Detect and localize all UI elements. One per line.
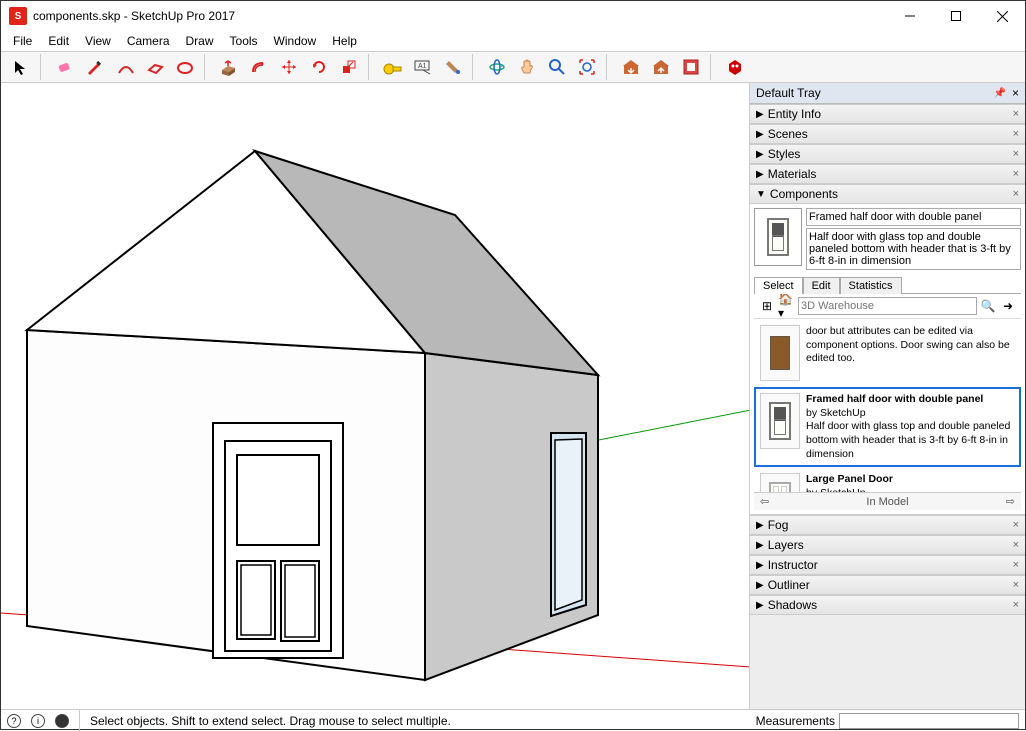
close-icon[interactable]: × xyxy=(1013,559,1019,571)
panel-instructor[interactable]: ▶Instructor× xyxy=(750,555,1025,575)
eraser-tool-icon[interactable] xyxy=(51,54,79,80)
in-model-bar: ⇦ In Model ⇨ xyxy=(754,492,1021,510)
minimize-button[interactable] xyxy=(887,1,933,31)
tray-title: Default Tray xyxy=(756,86,821,100)
list-item[interactable]: Large Panel Door by SketchUp Raised pane… xyxy=(754,467,1021,492)
layout-icon[interactable] xyxy=(677,54,705,80)
user-icon[interactable] xyxy=(55,714,69,728)
panel-components[interactable]: ▼Components× xyxy=(750,184,1025,204)
home-icon[interactable]: 🏠▾ xyxy=(778,297,796,315)
toolbar: A1 xyxy=(1,51,1025,83)
warehouse-get-icon[interactable] xyxy=(617,54,645,80)
titlebar: S components.skp - SketchUp Pro 2017 xyxy=(1,1,1025,31)
menu-view[interactable]: View xyxy=(77,32,119,50)
panel-entity-info[interactable]: ▶Entity Info× xyxy=(750,104,1025,124)
window-controls xyxy=(887,1,1025,31)
pencil-tool-icon[interactable] xyxy=(81,54,109,80)
text-tool-icon[interactable]: A1 xyxy=(409,54,437,80)
measurements-label: Measurements xyxy=(756,714,835,728)
maximize-button[interactable] xyxy=(933,1,979,31)
component-name-field[interactable] xyxy=(806,208,1021,226)
orbit-tool-icon[interactable] xyxy=(483,54,511,80)
move-tool-icon[interactable] xyxy=(275,54,303,80)
zoom-tool-icon[interactable] xyxy=(543,54,571,80)
menu-file[interactable]: File xyxy=(5,32,40,50)
close-icon[interactable]: × xyxy=(1013,148,1019,160)
close-icon[interactable]: × xyxy=(1013,188,1019,200)
panel-materials[interactable]: ▶Materials× xyxy=(750,164,1025,184)
more-icon[interactable]: ➜ xyxy=(999,297,1017,315)
menu-camera[interactable]: Camera xyxy=(119,32,178,50)
panel-outliner[interactable]: ▶Outliner× xyxy=(750,575,1025,595)
thumb-icon xyxy=(760,325,800,381)
panel-layers[interactable]: ▶Layers× xyxy=(750,535,1025,555)
view-mode-icon[interactable]: ⊞ xyxy=(758,297,776,315)
list-item[interactable]: door but attributes can be edited via co… xyxy=(754,319,1021,387)
panel-fog[interactable]: ▶Fog× xyxy=(750,515,1025,535)
thumb-icon xyxy=(760,393,800,449)
tab-edit[interactable]: Edit xyxy=(803,277,840,294)
menu-edit[interactable]: Edit xyxy=(40,32,77,50)
zoom-extents-tool-icon[interactable] xyxy=(573,54,601,80)
close-icon[interactable]: × xyxy=(1013,599,1019,611)
menu-help[interactable]: Help xyxy=(324,32,365,50)
info-icon[interactable]: i xyxy=(31,714,45,728)
forward-icon[interactable]: ⇨ xyxy=(1006,495,1015,508)
thumb-icon xyxy=(760,473,800,492)
select-tool-icon[interactable] xyxy=(7,54,35,80)
close-icon[interactable]: × xyxy=(1013,168,1019,180)
search-icon[interactable]: 🔍 xyxy=(979,297,997,315)
menu-tools[interactable]: Tools xyxy=(222,32,266,50)
statusbar: ? i Select objects. Shift to extend sele… xyxy=(1,709,1025,731)
offset-tool-icon[interactable] xyxy=(245,54,273,80)
pushpull-tool-icon[interactable] xyxy=(215,54,243,80)
warehouse-send-icon[interactable] xyxy=(647,54,675,80)
tape-tool-icon[interactable] xyxy=(379,54,407,80)
menu-draw[interactable]: Draw xyxy=(178,32,222,50)
app-icon: S xyxy=(9,7,27,25)
help-icon[interactable]: ? xyxy=(7,714,21,728)
viewport-3d[interactable] xyxy=(1,83,750,709)
tray-close-icon[interactable]: × xyxy=(1012,86,1019,100)
close-icon[interactable]: × xyxy=(1013,128,1019,140)
components-panel-body: Select Edit Statistics ⊞ 🏠▾ 🔍 ➜ door but… xyxy=(750,204,1025,515)
panel-styles[interactable]: ▶Styles× xyxy=(750,144,1025,164)
menubar: File Edit View Camera Draw Tools Window … xyxy=(1,31,1025,51)
window-title: components.skp - SketchUp Pro 2017 xyxy=(33,9,235,23)
close-button[interactable] xyxy=(979,1,1025,31)
tab-statistics[interactable]: Statistics xyxy=(840,277,902,294)
component-list: door but attributes can be edited via co… xyxy=(754,318,1021,492)
panel-shadows[interactable]: ▶Shadows× xyxy=(750,595,1025,615)
scale-tool-icon[interactable] xyxy=(335,54,363,80)
svg-text:A1: A1 xyxy=(418,63,427,70)
menu-window[interactable]: Window xyxy=(266,32,325,50)
search-input[interactable] xyxy=(798,297,977,315)
default-tray: Default Tray 📌 × ▶Entity Info× ▶Scenes× … xyxy=(750,83,1025,709)
close-icon[interactable]: × xyxy=(1013,539,1019,551)
tab-select[interactable]: Select xyxy=(754,277,803,294)
close-icon[interactable]: × xyxy=(1013,108,1019,120)
circle-tool-icon[interactable] xyxy=(171,54,199,80)
component-preview-thumb xyxy=(754,208,802,266)
pin-icon[interactable]: 📌 xyxy=(994,88,1006,99)
arc-tool-icon[interactable] xyxy=(111,54,139,80)
back-icon[interactable]: ⇦ xyxy=(760,495,769,508)
in-model-label: In Model xyxy=(866,496,908,508)
components-tabs: Select Edit Statistics xyxy=(754,276,1021,294)
rectangle-tool-icon[interactable] xyxy=(141,54,169,80)
close-icon[interactable]: × xyxy=(1013,519,1019,531)
component-desc-field[interactable] xyxy=(806,228,1021,270)
list-item-selected[interactable]: Framed half door with double panel by Sk… xyxy=(754,387,1021,467)
panel-scenes[interactable]: ▶Scenes× xyxy=(750,124,1025,144)
close-icon[interactable]: × xyxy=(1013,579,1019,591)
pan-tool-icon[interactable] xyxy=(513,54,541,80)
tray-header[interactable]: Default Tray 📌 × xyxy=(750,83,1025,104)
status-hint: Select objects. Shift to extend select. … xyxy=(90,714,451,728)
rotate-tool-icon[interactable] xyxy=(305,54,333,80)
extension-icon[interactable] xyxy=(721,54,749,80)
paint-tool-icon[interactable] xyxy=(439,54,467,80)
measurements-field[interactable] xyxy=(839,713,1019,729)
